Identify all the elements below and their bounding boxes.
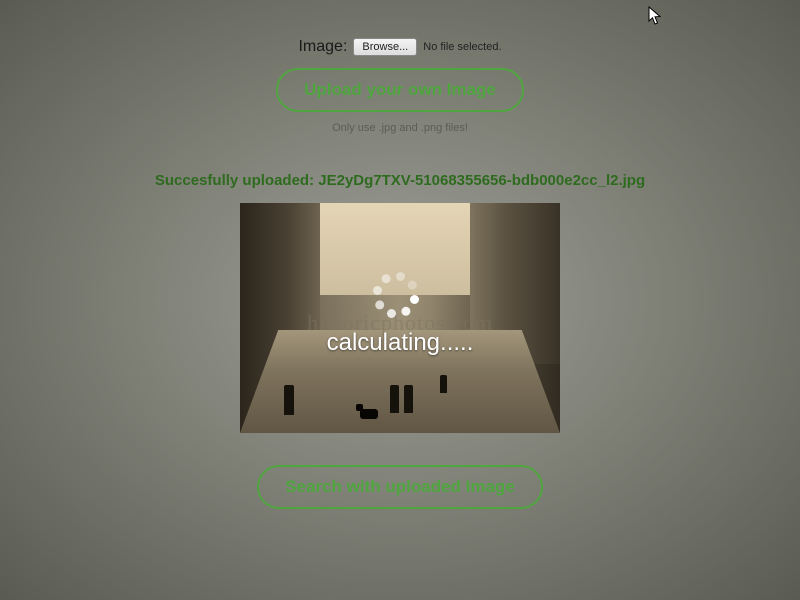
file-type-hint: Only use .jpg and .png files! xyxy=(332,122,468,134)
upload-status: Succesfully uploaded: JE2yDg7TXV-5106835… xyxy=(155,172,645,189)
browse-button[interactable]: Browse... xyxy=(353,38,417,56)
status-filename: JE2yDg7TXV-51068355656-bdb000e2cc_l2.jpg xyxy=(318,172,645,189)
spinner-icon xyxy=(380,279,420,319)
file-label: Image: xyxy=(298,38,347,56)
search-button[interactable]: Search with uploaded Image xyxy=(257,465,543,509)
image-preview: historicphotos.com calculating..... xyxy=(240,203,560,433)
status-prefix: Succesfully uploaded: xyxy=(155,172,318,189)
file-input-row: Image: Browse... No file selected. xyxy=(298,38,501,56)
upload-button[interactable]: Upload your own Image xyxy=(276,68,524,112)
no-file-text: No file selected. xyxy=(423,41,501,53)
calculating-text: calculating..... xyxy=(327,329,474,357)
loading-overlay: calculating..... xyxy=(240,203,560,433)
main-container: Image: Browse... No file selected. Uploa… xyxy=(0,0,800,509)
